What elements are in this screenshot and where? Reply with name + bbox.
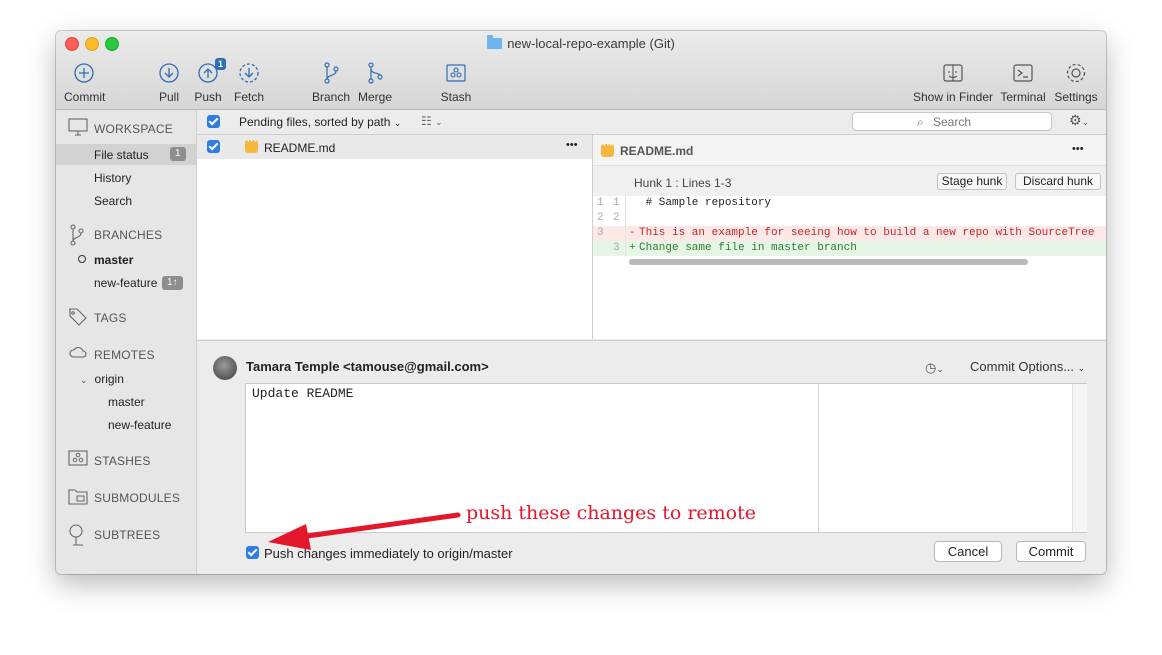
annotation-text: push these changes to remote — [466, 502, 756, 524]
annotation-arrow — [268, 512, 461, 550]
